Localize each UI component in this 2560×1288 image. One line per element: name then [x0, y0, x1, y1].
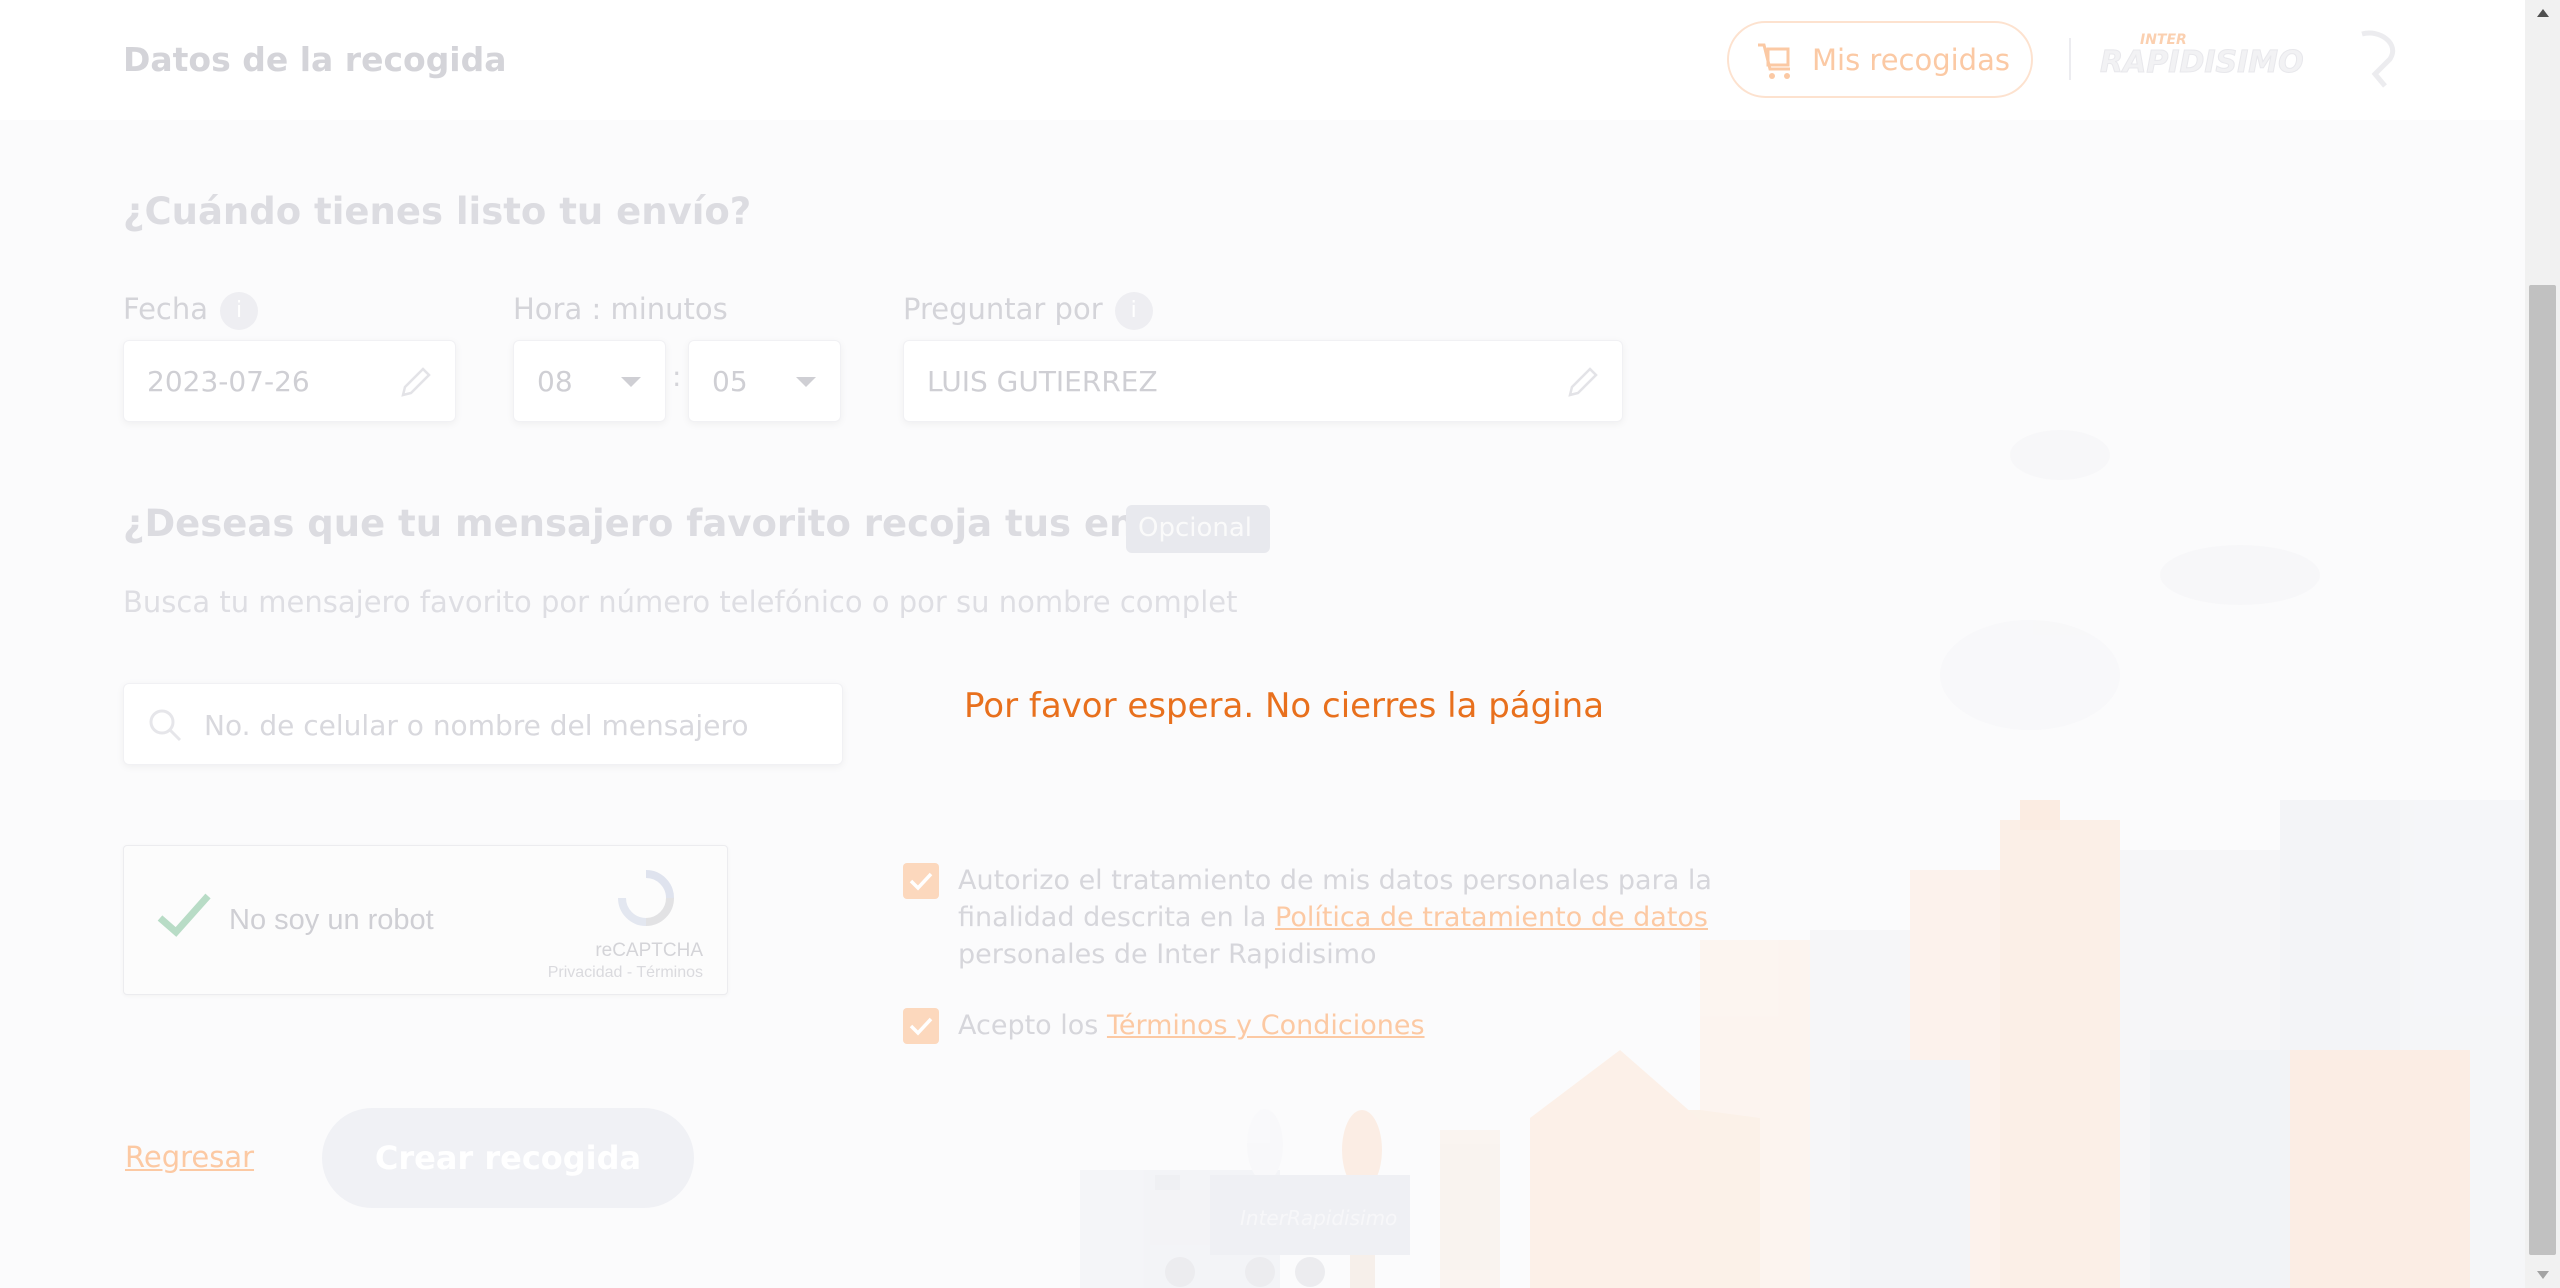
check-icon — [909, 872, 933, 891]
vertical-scrollbar[interactable] — [2525, 0, 2560, 1288]
chevron-down-icon — [621, 377, 641, 387]
minute-select[interactable]: 05 — [688, 340, 841, 422]
hour-select[interactable]: 08 — [513, 340, 666, 422]
preguntar-label: Preguntar por — [903, 292, 1103, 326]
fecha-value: 2023-07-26 — [147, 364, 310, 398]
truck-brand: InterRapidisimo — [1240, 1206, 1397, 1230]
header-divider — [2069, 38, 2071, 80]
fecha-field[interactable]: 2023-07-26 — [123, 340, 456, 422]
check-icon — [909, 1017, 933, 1036]
preguntar-field[interactable]: LUIS GUTIERREZ — [903, 340, 1623, 422]
favorite-subtitle: Busca tu mensajero favorito por número t… — [123, 585, 1238, 619]
fecha-info-icon[interactable]: i — [220, 292, 259, 330]
when-section-title: ¿Cuándo tienes listo tu envío? — [123, 190, 752, 233]
preguntar-label-row: Preguntar por i — [903, 292, 1153, 330]
pencil-icon[interactable] — [395, 363, 435, 403]
courier-search-input[interactable] — [204, 702, 824, 748]
mis-recogidas-button[interactable]: Mis recogidas — [1727, 21, 2033, 98]
back-link[interactable]: Regresar — [125, 1140, 254, 1174]
time-separator: : — [672, 360, 682, 393]
terms-text-prefix: Acepto los — [958, 1010, 1107, 1041]
page-title: Datos de la recogida — [123, 40, 507, 79]
top-header: Datos de la recogida Mis recogidas INTER… — [0, 0, 2525, 120]
data-consent-text: Autorizo el tratamiento de mis datos per… — [958, 862, 1808, 973]
recaptcha-widget[interactable]: No soy un robot reCAPTCHA Privacidad - T… — [123, 845, 728, 995]
preguntar-info-icon[interactable]: i — [1114, 292, 1153, 330]
minute-value: 05 — [712, 364, 748, 398]
recaptcha-links[interactable]: Privacidad - Términos — [548, 964, 703, 982]
hora-label: Hora : minutos — [513, 292, 728, 326]
courier-search[interactable] — [123, 683, 843, 765]
fecha-label-row: Fecha i — [123, 292, 259, 330]
scroll-down-arrow-icon[interactable] — [2525, 1262, 2560, 1288]
mis-recogidas-label: Mis recogidas — [1812, 42, 2010, 77]
data-consent-checkbox[interactable] — [903, 863, 939, 899]
terms-checkbox[interactable] — [903, 1008, 939, 1044]
data-consent-text-2: personales de Inter Rapidisimo — [958, 939, 1377, 970]
search-icon — [149, 709, 182, 742]
pencil-icon[interactable] — [1562, 363, 1602, 403]
terms-link[interactable]: Términos y Condiciones — [1107, 1010, 1425, 1041]
favorite-section-title: ¿Deseas que tu mensajero favorito recoja… — [123, 502, 1242, 545]
loading-message: Por favor espera. No cierres la página — [964, 686, 1605, 726]
hour-value: 08 — [537, 364, 573, 398]
cart-icon — [1758, 43, 1790, 79]
chevron-down-icon — [796, 377, 816, 387]
create-pickup-button[interactable]: Crear recogida — [322, 1108, 694, 1208]
data-policy-link[interactable]: Política de tratamiento de datos — [1275, 902, 1708, 933]
logo-main-text: RAPIDISIMO — [2100, 45, 2304, 80]
fecha-label: Fecha — [123, 292, 209, 326]
scrollbar-thumb[interactable] — [2529, 285, 2556, 1255]
captcha-label: No soy un robot — [229, 904, 434, 936]
optional-badge: Opcional — [1126, 505, 1270, 553]
checkmark-icon[interactable] — [154, 886, 214, 946]
recaptcha-logo-icon — [618, 870, 674, 926]
preguntar-value: LUIS GUTIERREZ — [927, 364, 1158, 398]
city-illustration: InterRapidisimo — [1080, 430, 2525, 1288]
scroll-up-arrow-icon[interactable] — [2525, 0, 2560, 26]
recaptcha-brand: reCAPTCHA — [595, 940, 703, 961]
terms-text: Acepto los Términos y Condiciones — [958, 1007, 1808, 1044]
inter-rapidisimo-logo[interactable]: INTER RAPIDISIMO — [2100, 24, 2406, 94]
